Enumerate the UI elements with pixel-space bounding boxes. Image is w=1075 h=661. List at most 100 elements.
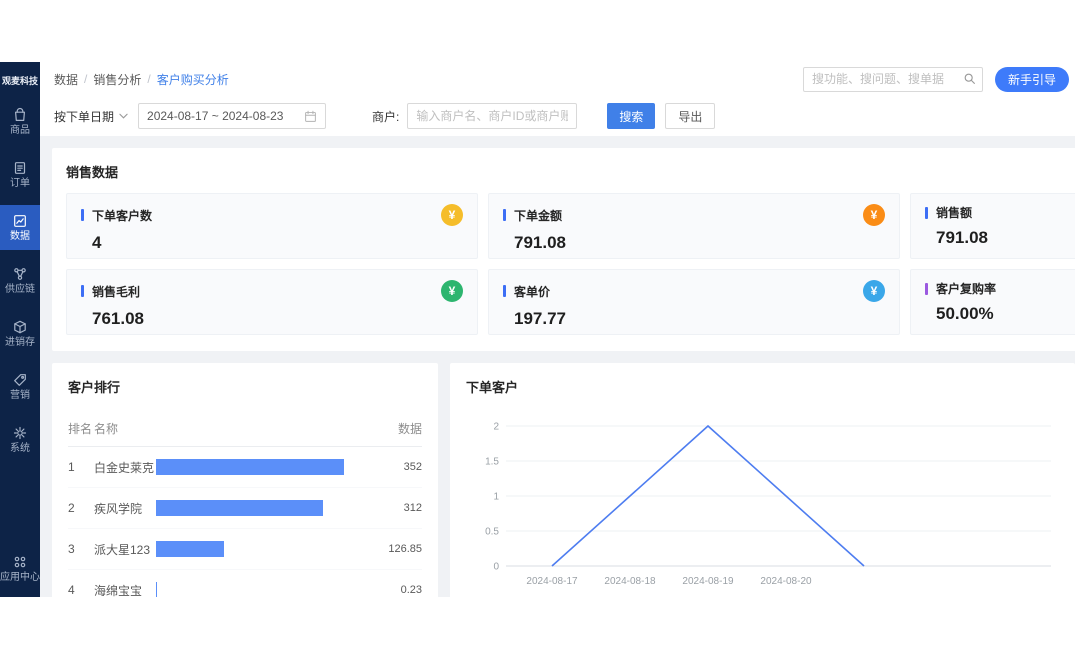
gear-icon — [12, 425, 28, 441]
content: 销售数据 下单客户数 ¥4 下单金额 ¥791.08 销售额791.08 销售毛利¥761… — [40, 136, 1075, 597]
stat-accent-bar — [925, 207, 928, 219]
breadcrumb-separator: / — [84, 72, 87, 86]
stat-value: 50.00% — [925, 304, 1075, 324]
svg-text:0.5: 0.5 — [485, 527, 499, 538]
row-value: 352 — [358, 461, 422, 473]
stat-card-header: 客单价¥ — [503, 280, 885, 302]
row-value: 0.23 — [358, 584, 422, 596]
svg-text:1: 1 — [493, 492, 499, 503]
sidebar-item-label: 应用中心 — [0, 573, 40, 583]
stat-card-header: 客户复购率 — [925, 280, 1075, 297]
value-bar — [156, 541, 224, 557]
sales-data-title: 销售数据 — [66, 162, 1075, 181]
order-customers-card: 下单客户 00.511.522024-08-172024-08-182024-0… — [450, 363, 1075, 597]
sidebar-item-supply-chain[interactable]: 供应链 — [0, 258, 40, 303]
date-range-input[interactable]: 2024-08-17 ~ 2024-08-23 — [138, 103, 326, 129]
supply-chain-icon — [12, 266, 28, 282]
ranking-row: 1白金史莱克352 — [68, 447, 422, 488]
rank-column-header: 排名 — [68, 420, 94, 437]
stat-card-header: 下单客户数 ¥ — [81, 204, 463, 226]
stat-card-order-amount: 下单金额 ¥791.08 — [488, 193, 900, 259]
customer-ranking-title: 客户排行 — [68, 377, 422, 396]
sales-data-card: 销售数据 下单客户数 ¥4 下单金额 ¥791.08 销售额791.08 销售毛利¥761… — [52, 148, 1075, 351]
row-value: 312 — [358, 502, 422, 514]
sidebar-item-orders[interactable]: 订单 — [0, 152, 40, 197]
bar-track — [156, 500, 344, 516]
stat-accent-bar — [503, 209, 506, 221]
stat-label: 客户复购率 — [936, 280, 996, 297]
sidebar-item-label: 供应链 — [5, 285, 35, 295]
value-bar — [156, 582, 157, 597]
sidebar-item-app-center[interactable]: 应用中心 — [0, 546, 40, 591]
order-customers-chart: 00.511.522024-08-172024-08-182024-08-192… — [466, 408, 1059, 597]
sidebar-item-marketing[interactable]: 营销 — [0, 364, 40, 409]
calendar-icon — [304, 110, 317, 123]
date-type-dropdown[interactable]: 按下单日期 — [54, 108, 128, 125]
sidebar-item-goods[interactable]: 商品 — [0, 99, 40, 144]
stat-card-order-customer-count: 下单客户数 ¥4 — [66, 193, 478, 259]
customer-name: 派大星123 — [94, 541, 156, 558]
chevron-down-icon — [119, 113, 128, 119]
sidebar-item-data[interactable]: 数据 — [0, 205, 40, 250]
breadcrumb: 数据 / 销售分析 / 客户购买分析 — [54, 71, 229, 88]
sidebar-nav: 商品订单数据供应链进销存营销系统 — [0, 99, 40, 462]
name-column-header: 名称 — [94, 420, 358, 437]
ranking-row: 2疾风学院312 — [68, 488, 422, 529]
sidebar-bottom: 应用中心 — [0, 546, 40, 591]
sidebar-item-system[interactable]: 系统 — [0, 417, 40, 462]
rank-number: 4 — [68, 583, 94, 597]
stat-card-header: 销售毛利¥ — [81, 280, 463, 302]
yuan-coin-icon: ¥ — [863, 204, 885, 226]
global-search-input[interactable] — [803, 67, 983, 92]
stat-label: 客单价 — [514, 283, 550, 300]
guide-button[interactable]: 新手引导 — [995, 67, 1069, 92]
svg-text:2: 2 — [493, 422, 499, 433]
search-icon[interactable] — [963, 72, 977, 86]
ranking-row: 3派大星123126.85 — [68, 529, 422, 570]
stat-value: 791.08 — [503, 233, 885, 253]
search-button[interactable]: 搜索 — [607, 103, 655, 129]
value-column-header: 数据 — [358, 420, 422, 437]
topbar-right: 新手引导 — [803, 67, 1069, 92]
stat-value: 4 — [81, 233, 463, 253]
value-bar — [156, 459, 344, 475]
stat-card-avg-order-value: 客单价¥ 197.77 — [488, 269, 900, 335]
export-button[interactable]: 导出 — [665, 103, 715, 129]
breadcrumb-item[interactable]: 数据 — [54, 71, 78, 88]
sidebar-item-label: 商品 — [10, 126, 30, 136]
breadcrumb-item: 客户购买分析 — [157, 71, 229, 88]
merchant-input[interactable] — [407, 103, 577, 129]
sidebar-item-label: 数据 — [10, 232, 30, 242]
date-range-value: 2024-08-17 ~ 2024-08-23 — [147, 109, 283, 123]
sidebar-item-inventory[interactable]: 进销存 — [0, 311, 40, 356]
bar-track — [156, 582, 344, 597]
topbar: 数据 / 销售分析 / 客户购买分析 新手引导 — [40, 62, 1075, 96]
stat-label: 下单客户数 — [92, 207, 152, 224]
global-search — [803, 67, 983, 92]
filter-bar: 按下单日期 2024-08-17 ~ 2024-08-23 商户: 搜索 导 — [40, 96, 1075, 136]
stat-card-sales-amount: 销售额791.08 — [910, 193, 1075, 259]
order-customers-title: 下单客户 — [466, 377, 1059, 396]
svg-text:1.5: 1.5 — [485, 457, 499, 468]
sidebar-item-label: 进销存 — [5, 338, 35, 348]
breadcrumb-item[interactable]: 销售分析 — [93, 71, 141, 88]
apps-grid-icon — [12, 554, 28, 570]
row-value: 126.85 — [358, 543, 422, 555]
svg-text:2024-08-17: 2024-08-17 — [526, 576, 578, 587]
bar-track — [156, 459, 344, 475]
yuan-coin-icon: ¥ — [441, 280, 463, 302]
ranking-rows: 1白金史莱克3522疾风学院3123派大星123126.854海绵宝宝0.23 — [68, 447, 422, 597]
customer-name: 疾风学院 — [94, 500, 156, 517]
breadcrumb-separator: / — [147, 72, 150, 86]
svg-text:2024-08-19: 2024-08-19 — [682, 576, 734, 587]
stat-value: 197.77 — [503, 309, 885, 329]
stat-card-gross-profit: 销售毛利¥761.08 — [66, 269, 478, 335]
yuan-coin-icon: ¥ — [441, 204, 463, 226]
stat-label: 下单金额 — [514, 207, 562, 224]
merchant-label: 商户: — [372, 108, 399, 125]
data-chart-icon — [12, 213, 28, 229]
inventory-icon — [12, 319, 28, 335]
stat-label: 销售额 — [936, 204, 972, 221]
app-window: 观麦科技 商品订单数据供应链进销存营销系统 应用中心 数据/销售分析/客户购买分… — [0, 62, 1075, 597]
stat-card-repurchase-rate: 客户复购率 50.00% — [910, 269, 1075, 335]
